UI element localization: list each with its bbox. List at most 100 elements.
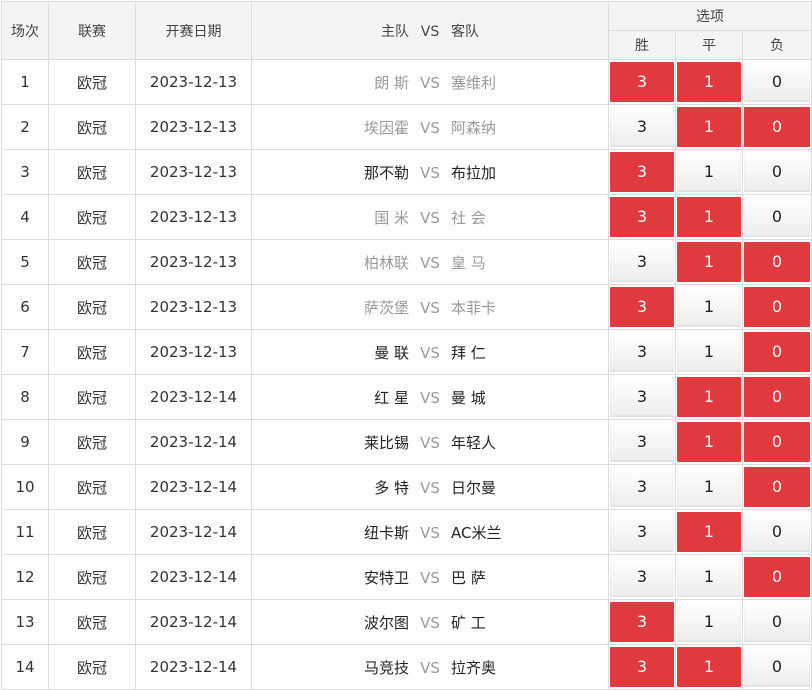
teams-cell: 莱比锡 VS 年轻人: [251, 419, 609, 465]
option-draw-button[interactable]: 1: [677, 62, 741, 102]
away-team: 曼 城: [451, 388, 486, 407]
option-draw-button[interactable]: 1: [677, 107, 741, 147]
option-win-button[interactable]: 3: [610, 557, 674, 597]
round-number: 2: [1, 104, 49, 150]
option-lose-button[interactable]: 0: [744, 107, 811, 147]
option-lose-button[interactable]: 0: [744, 647, 811, 687]
option-draw-button[interactable]: 1: [677, 512, 741, 552]
header-options: 选项: [607, 1, 812, 31]
option-lose-button[interactable]: 0: [744, 242, 811, 282]
teams-cell: 那不勒 VS 布拉加: [251, 149, 609, 195]
round-number: 10: [1, 464, 49, 510]
table-row: 7 欧冠 2023-12-13 曼 联 VS 拜 仁 310: [1, 329, 812, 375]
away-team: 年轻人: [451, 433, 497, 452]
option-lose-button[interactable]: 0: [744, 62, 811, 102]
option-win-button[interactable]: 3: [610, 287, 674, 327]
teams-cell: 波尔图 VS 矿 工: [251, 599, 609, 645]
option-lose-button[interactable]: 0: [744, 287, 811, 327]
teams-cell: 柏林联 VS 皇 马: [251, 239, 609, 285]
match-date: 2023-12-14: [135, 374, 252, 420]
round-number: 5: [1, 239, 49, 285]
option-lose-button[interactable]: 0: [744, 512, 811, 552]
option-win-button[interactable]: 3: [610, 197, 674, 237]
option-draw-button[interactable]: 1: [677, 422, 741, 462]
header-league: 联赛: [48, 1, 136, 60]
option-lose-button[interactable]: 0: [744, 152, 811, 192]
option-win-button[interactable]: 3: [610, 602, 674, 642]
option-win-button[interactable]: 3: [610, 647, 674, 687]
teams-cell: 埃因霍 VS 阿森纳: [251, 104, 609, 150]
option-lose-button[interactable]: 0: [744, 422, 811, 462]
header-home: 主队: [381, 23, 409, 40]
option-draw-button[interactable]: 1: [677, 647, 741, 687]
option-win-button[interactable]: 3: [610, 62, 674, 102]
home-team: 朗 斯: [374, 73, 409, 92]
option-lose-button[interactable]: 0: [744, 332, 811, 372]
match-table: 场次 联赛 开赛日期 主队 VS 客队 选项 胜 平 负 1 欧冠 2023-12-13…: [1, 1, 812, 690]
away-team: 阿森纳: [451, 118, 497, 137]
option-win-button[interactable]: 3: [610, 422, 674, 462]
option-draw-button[interactable]: 1: [677, 152, 741, 192]
league-name: 欧冠: [48, 194, 136, 240]
option-lose-button[interactable]: 0: [744, 197, 811, 237]
option-lose-button[interactable]: 0: [744, 377, 811, 417]
round-number: 4: [1, 194, 49, 240]
round-number: 13: [1, 599, 49, 645]
header-draw: 平: [675, 30, 743, 60]
option-draw-button[interactable]: 1: [677, 557, 741, 597]
option-win-button[interactable]: 3: [610, 332, 674, 372]
option-draw-button[interactable]: 1: [677, 602, 741, 642]
option-win-button[interactable]: 3: [610, 467, 674, 507]
round-number: 1: [1, 59, 49, 105]
league-name: 欧冠: [48, 104, 136, 150]
option-win-button[interactable]: 3: [610, 512, 674, 552]
match-date: 2023-12-14: [135, 419, 252, 465]
option-lose-button[interactable]: 0: [744, 602, 811, 642]
away-team: 布拉加: [451, 163, 497, 182]
home-team: 那不勒: [363, 163, 409, 182]
home-team: 纽卡斯: [363, 523, 409, 542]
teams-cell: 红 星 VS 曼 城: [251, 374, 609, 420]
home-team: 国 米: [374, 208, 409, 227]
option-draw-button[interactable]: 1: [677, 242, 741, 282]
away-team: 拉齐奥: [451, 658, 497, 677]
table-row: 1 欧冠 2023-12-13 朗 斯 VS 塞维利 3 1 0: [1, 59, 812, 105]
teams-cell: 马竞技 VS 拉齐奥: [251, 644, 609, 690]
teams-cell: 萨茨堡 VS 本菲卡: [251, 284, 609, 330]
option-win-button[interactable]: 3: [610, 242, 674, 282]
option-win-button[interactable]: 3: [610, 377, 674, 417]
table-row: 10 欧冠 2023-12-14 多 特 VS 日尔曼 3 1 0: [1, 464, 812, 510]
header-win: 胜: [608, 30, 676, 60]
option-win-button[interactable]: 3: [610, 152, 674, 192]
home-team: 安特卫: [363, 568, 409, 587]
header-teams: 主队 VS 客队: [251, 1, 609, 60]
away-team: 皇 马: [451, 253, 486, 272]
table-header: 场次 联赛 开赛日期 主队 VS 客队 选项 胜 平 负: [1, 1, 812, 60]
match-date: 2023-12-14: [135, 509, 252, 555]
option-draw-button[interactable]: 1: [677, 197, 741, 237]
away-team: AC米兰: [451, 523, 502, 542]
league-name: 欧冠: [48, 464, 136, 510]
header-lose: 负: [741, 30, 812, 60]
vs-label: VS: [420, 163, 440, 182]
header-date: 开赛日期: [135, 1, 252, 60]
league-name: 欧冠: [48, 284, 136, 330]
match-date: 2023-12-13: [135, 59, 252, 105]
round-number: 9: [1, 419, 49, 465]
option-draw-button[interactable]: 1: [677, 332, 741, 372]
match-date: 2023-12-14: [135, 464, 252, 510]
away-team: 拜 仁: [451, 343, 486, 362]
option-draw-button[interactable]: 1: [677, 467, 741, 507]
table-row: 14 欧冠 2023-12-14 马竞技 VS 拉齐奥 3 1 0: [1, 644, 812, 690]
table-row: 5 欧冠 2023-12-13 柏林联 VS 皇 马 310: [1, 239, 812, 285]
option-lose-button[interactable]: 0: [744, 557, 811, 597]
vs-label: VS: [420, 208, 440, 227]
away-team: 日尔曼: [451, 478, 497, 497]
table-row: 2 欧冠 2023-12-13 埃因霍 VS 阿森纳 3 1 0: [1, 104, 812, 150]
table-row: 13 欧冠 2023-12-14 波尔图 VS 矿 工 310: [1, 599, 812, 645]
option-win-button[interactable]: 3: [610, 107, 674, 147]
option-draw-button[interactable]: 1: [677, 377, 741, 417]
option-lose-button[interactable]: 0: [744, 467, 811, 507]
option-draw-button[interactable]: 1: [677, 287, 741, 327]
match-date: 2023-12-13: [135, 239, 252, 285]
